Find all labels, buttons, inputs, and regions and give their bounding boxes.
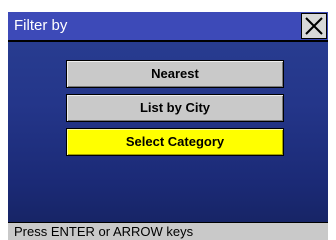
close-button[interactable] — [301, 13, 327, 39]
window-title: Filter by — [14, 17, 68, 34]
nearest-button[interactable]: Nearest — [66, 60, 284, 88]
title-bar: Filter by — [8, 12, 328, 42]
select-category-button[interactable]: Select Category — [66, 128, 284, 156]
status-bar: Press ENTER or ARROW keys — [8, 222, 328, 240]
filter-screen: Filter by Nearest List by City Select Ca… — [8, 12, 328, 240]
list-by-city-button[interactable]: List by City — [66, 94, 284, 122]
close-x-icon — [305, 17, 323, 35]
